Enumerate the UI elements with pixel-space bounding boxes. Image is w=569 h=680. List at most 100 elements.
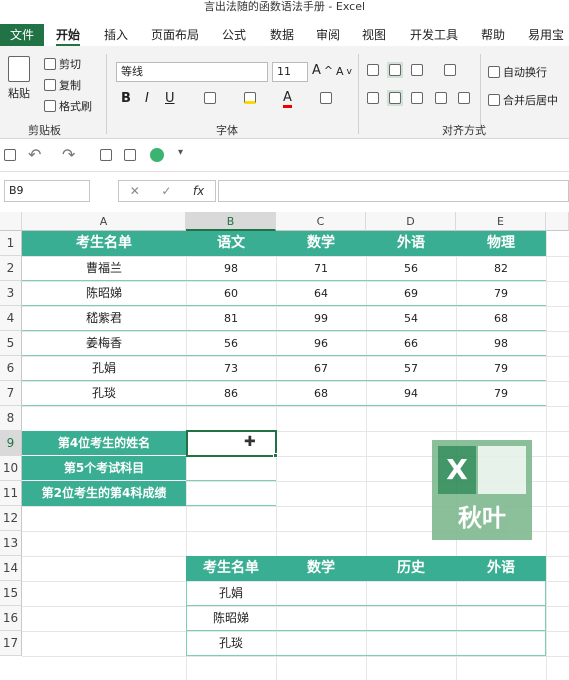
table2-header-history[interactable]: 历史 [366,556,456,581]
row-header[interactable]: 17 [0,631,22,656]
table2-header-name[interactable]: 考生名单 [186,556,276,581]
table1-cell[interactable]: 56 [186,331,276,356]
table1-cell[interactable]: 57 [366,356,456,381]
row-header[interactable]: 15 [0,581,22,606]
column-header-a[interactable]: A [22,212,186,231]
insert-function-icon[interactable]: fx [193,184,204,198]
row-header[interactable]: 7 [0,381,22,406]
name-box[interactable]: B9 [4,180,90,202]
bold-button[interactable]: B [121,91,131,106]
column-header-f[interactable] [546,212,569,231]
lookup-label-5th-subject[interactable]: 第5个考试科目 [22,456,186,481]
column-header-b[interactable]: B [186,212,276,231]
cut-button[interactable]: 剪切 [44,56,81,72]
row-header[interactable]: 3 [0,281,22,306]
form-icon[interactable] [100,149,112,161]
table1-cell[interactable]: 94 [366,381,456,406]
table1-cell[interactable]: 姜梅香 [22,331,186,356]
table1-cell[interactable]: 67 [276,356,366,381]
column-header-e[interactable]: E [456,212,546,231]
table1-cell[interactable]: 86 [186,381,276,406]
grow-font-button[interactable]: A ^ [312,63,333,78]
table1-header-chinese[interactable]: 语文 [186,231,276,256]
table1-cell[interactable]: 82 [456,256,546,281]
lookup-value-4th-name[interactable] [186,431,276,456]
font-size-select[interactable]: 11 [272,62,308,82]
increase-indent-button[interactable] [458,92,470,104]
column-header-d[interactable]: D [366,212,456,231]
align-center-button[interactable] [387,90,403,106]
fill-color-button[interactable] [244,92,256,104]
record-icon[interactable] [150,148,164,162]
table1-header-name[interactable]: 考生名单 [22,231,186,256]
row-header[interactable]: 13 [0,531,22,556]
row-header[interactable]: 2 [0,256,22,281]
table1-cell[interactable]: 60 [186,281,276,306]
table2-header-foreign[interactable]: 外语 [456,556,546,581]
table1-cell[interactable]: 81 [186,306,276,331]
tab-insert[interactable]: 插入 [104,24,128,46]
align-left-button[interactable] [367,92,379,104]
table1-cell[interactable]: 56 [366,256,456,281]
shrink-font-button[interactable]: Av [336,65,352,78]
format-painter-button[interactable]: 格式刷 [44,98,92,114]
table2-name-cell[interactable]: 孔琰 [186,631,276,656]
select-all-corner[interactable] [0,212,22,231]
align-bottom-button[interactable] [411,64,423,76]
row-header[interactable]: 9 [0,431,22,456]
table1-cell[interactable]: 曹福兰 [22,256,186,281]
orientation-button[interactable] [444,64,456,76]
tab-page-layout[interactable]: 页面布局 [151,24,199,46]
table1-cell[interactable]: 79 [456,281,546,306]
table1-cell[interactable]: 68 [456,306,546,331]
lookup-value-5th-subject[interactable] [186,456,276,481]
underline-button[interactable]: U [165,91,175,106]
tab-help[interactable]: 帮助 [481,24,505,46]
wrap-text-button[interactable]: 自动换行 [488,64,547,80]
table1-cell[interactable]: 98 [456,331,546,356]
table1-cell[interactable]: 孔娟 [22,356,186,381]
lookup-value-2nd-4th-score[interactable] [186,481,276,506]
table1-cell[interactable]: 71 [276,256,366,281]
table1-cell[interactable]: 54 [366,306,456,331]
save-icon[interactable] [4,149,16,161]
tab-file[interactable]: 文件 [0,24,44,46]
tab-data[interactable]: 数据 [270,24,294,46]
table1-cell[interactable]: 64 [276,281,366,306]
table1-header-math[interactable]: 数学 [276,231,366,256]
copy-button[interactable]: 复制 [44,77,81,93]
tab-home[interactable]: 开始 [56,24,81,46]
table2-name-cell[interactable]: 孔娟 [186,581,276,606]
font-name-select[interactable]: 等线 [116,62,268,82]
enter-icon[interactable]: ✓ [161,184,171,198]
tab-easyuse[interactable]: 易用宝 [528,24,564,46]
tab-view[interactable]: 视图 [362,24,386,46]
table1-cell[interactable]: 73 [186,356,276,381]
row-header[interactable]: 10 [0,456,22,481]
customize-qat-icon[interactable]: ▾ [178,147,183,158]
decrease-indent-button[interactable] [435,92,447,104]
row-header[interactable]: 12 [0,506,22,531]
align-right-button[interactable] [411,92,423,104]
row-header[interactable]: 6 [0,356,22,381]
table1-cell[interactable]: 68 [276,381,366,406]
lookup-label-4th-name[interactable]: 第4位考生的姓名 [22,431,186,456]
font-color-button[interactable]: A [283,90,292,108]
redo-icon[interactable]: ↷ [62,145,75,164]
formula-input[interactable] [218,180,569,202]
table1-cell[interactable]: 79 [456,381,546,406]
align-middle-button[interactable] [387,62,403,78]
row-header[interactable]: 4 [0,306,22,331]
table1-header-foreign[interactable]: 外语 [366,231,456,256]
row-header[interactable]: 14 [0,556,22,581]
row-header[interactable]: 8 [0,406,22,431]
table1-cell[interactable]: 99 [276,306,366,331]
lookup-label-2nd-4th-score[interactable]: 第2位考生的第4科成绩 [22,481,186,506]
table1-cell[interactable]: 66 [366,331,456,356]
table1-cell[interactable]: 96 [276,331,366,356]
table2-header-math[interactable]: 数学 [276,556,366,581]
table1-cell[interactable]: 98 [186,256,276,281]
table1-cell[interactable]: 69 [366,281,456,306]
merge-center-button[interactable]: 合并后居中 [488,92,558,108]
undo-icon[interactable]: ↶ [28,145,41,164]
